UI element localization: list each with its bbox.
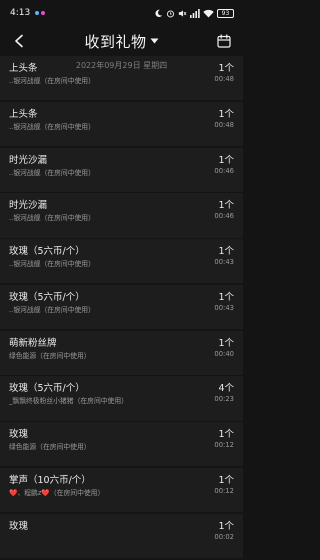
gift-name: 掌声（10六币/个） <box>9 475 91 487</box>
calendar-icon <box>217 34 231 48</box>
alarm-icon <box>166 9 175 17</box>
gift-time: 00:23 <box>214 395 234 404</box>
gift-sender: ..银河战舰（在房间中使用） <box>9 122 95 131</box>
heart-icon: ❤️ <box>41 489 50 498</box>
gift-name: 时光沙漏 <box>9 200 48 212</box>
title-dropdown[interactable]: 收到礼物 <box>84 31 158 52</box>
gift-count: 1个 <box>218 429 234 441</box>
notification-dot-blue-icon <box>35 11 40 15</box>
gift-count: 1个 <box>218 200 234 212</box>
mute-icon <box>178 9 187 17</box>
wifi-icon <box>203 9 214 17</box>
gift-count: 1个 <box>218 246 234 258</box>
gift-sender: ..银河战舰（在房间中使用） <box>9 260 95 269</box>
gift-name: 玫瑰（5六币/个） <box>9 291 85 303</box>
top-nav-bar: 收到礼物 <box>0 26 243 56</box>
gift-sender: _飘飘终极粉丝小猪猪（在房间中使用） <box>9 397 128 406</box>
gift-sender-name: ❤️、程鹏z <box>9 489 42 498</box>
calendar-button[interactable] <box>213 30 235 52</box>
gift-count: 1个 <box>218 108 234 120</box>
gift-sender: ..银河战舰（在房间中使用） <box>9 168 95 177</box>
status-time: 4:13 <box>10 8 31 18</box>
gift-time: 00:43 <box>214 258 234 267</box>
page-title: 收到礼物 <box>84 32 147 51</box>
gift-name: 时光沙漏 <box>9 154 48 166</box>
gift-sender: 绿色能源（在房间中使用） <box>9 443 91 452</box>
gift-time: 00:48 <box>214 120 234 129</box>
notification-dot-pink-icon <box>41 11 46 15</box>
gift-time: 00:48 <box>214 75 234 83</box>
chevron-left-icon <box>15 34 23 48</box>
gift-sender: ..银河战舰（在房间中使用） <box>9 214 95 223</box>
gift-row[interactable]: 时光沙漏 ..银河战舰（在房间中使用） 1个 00:46 <box>0 147 243 192</box>
gift-count: 1个 <box>218 63 234 74</box>
gift-count: 1个 <box>218 291 234 303</box>
gift-time: 00:40 <box>214 349 234 358</box>
battery-icon: 93 <box>217 8 234 18</box>
gift-sender: ..银河战舰（在房间中使用） <box>9 77 95 85</box>
gift-name: 玫瑰 <box>9 429 29 441</box>
gift-name: 玫瑰（5六币/个） <box>9 246 85 258</box>
gift-time: 00:43 <box>214 303 234 312</box>
gift-time: 00:12 <box>214 441 234 450</box>
gift-sender-suffix: （在房间中使用） <box>49 489 105 498</box>
gift-row[interactable]: 玫瑰 1个 00:02 <box>0 513 243 558</box>
gift-count: 1个 <box>218 520 234 532</box>
status-left: 4:13 <box>10 8 46 18</box>
gift-sender: 绿色能源（在房间中使用） <box>9 351 91 360</box>
back-button[interactable] <box>8 30 30 52</box>
gift-name: 玫瑰（5六币/个） <box>9 383 85 395</box>
gift-row[interactable]: 玫瑰（5六币/个） ..银河战舰（在房间中使用） 1个 00:43 <box>0 284 243 330</box>
gift-name: 上头条 <box>9 63 38 74</box>
gift-list[interactable]: 2022年09月29日 星期四 上头条 ..银河战舰（在房间中使用） 1个 00… <box>0 56 243 560</box>
notification-dots <box>35 11 46 15</box>
gift-time: 00:12 <box>214 487 234 496</box>
gift-row[interactable]: 2022年09月29日 星期四 上头条 ..银河战舰（在房间中使用） 1个 00… <box>0 56 243 101</box>
gift-name: 萌新粉丝牌 <box>9 337 57 349</box>
gift-time: 00:46 <box>214 166 234 175</box>
gift-count: 1个 <box>218 337 234 349</box>
gift-sender: ❤️、程鹏z❤️（在房间中使用） <box>9 487 104 497</box>
gift-name: 上头条 <box>9 108 38 120</box>
gift-sender: ..银河战舰（在房间中使用） <box>9 305 95 314</box>
do-not-disturb-icon <box>155 9 163 17</box>
gift-row[interactable]: 玫瑰（5六币/个） ..银河战舰（在房间中使用） 1个 00:43 <box>0 239 243 284</box>
signal-icon <box>190 8 200 18</box>
gift-row[interactable]: 萌新粉丝牌 绿色能源（在房间中使用） 1个 00:40 <box>0 330 243 375</box>
gift-count: 4个 <box>218 383 234 395</box>
caret-down-icon <box>150 38 158 44</box>
gift-count: 1个 <box>218 154 234 166</box>
gift-row[interactable]: 玫瑰 绿色能源（在房间中使用） 1个 00:12 <box>0 422 243 467</box>
gift-row[interactable]: 时光沙漏 ..银河战舰（在房间中使用） 1个 00:46 <box>0 193 243 238</box>
status-right: 93 <box>154 8 234 18</box>
gift-count: 1个 <box>218 475 234 487</box>
gift-name: 玫瑰 <box>9 520 29 532</box>
gift-time: 00:46 <box>214 212 234 221</box>
gift-row[interactable]: 上头条 ..银河战舰（在房间中使用） 1个 00:48 <box>0 101 243 146</box>
gift-row[interactable]: 玫瑰（5六币/个） _飘飘终极粉丝小猪猪（在房间中使用） 4个 00:23 <box>0 376 243 421</box>
status-bar: 4:13 93 <box>0 0 243 26</box>
gift-row[interactable]: 掌声（10六币/个） ❤️、程鹏z❤️（在房间中使用） 1个 00:12 <box>0 468 243 513</box>
